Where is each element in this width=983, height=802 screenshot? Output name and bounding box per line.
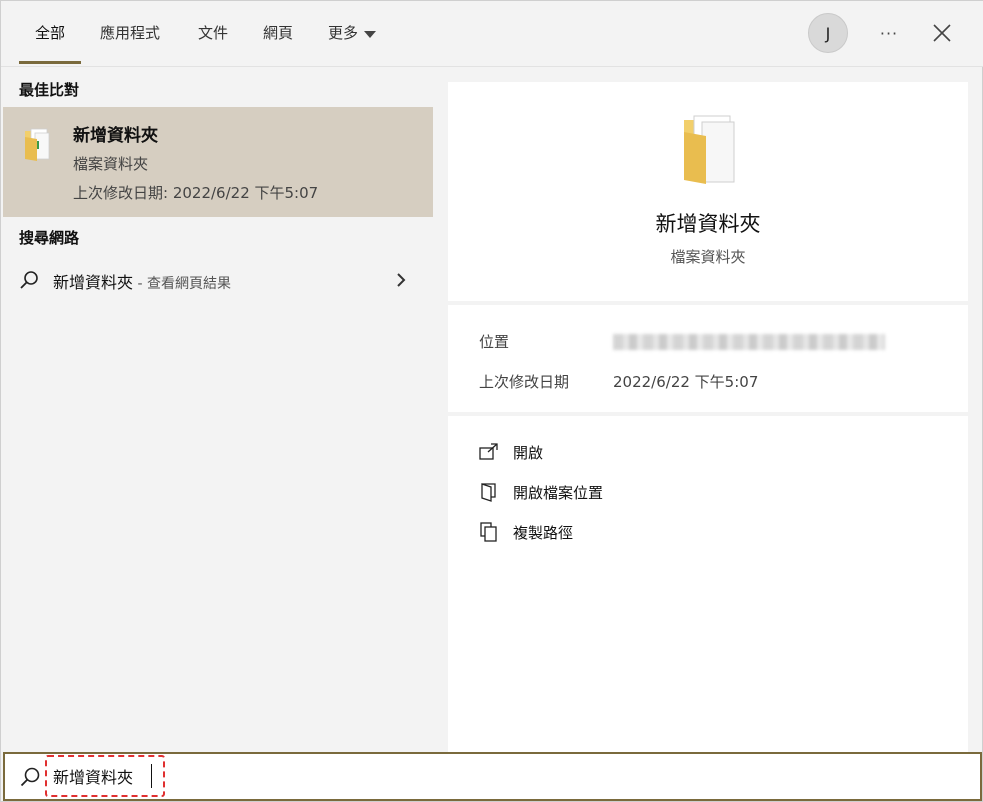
best-match-modified: 上次修改日期: 2022/6/22 下午5:07 [73, 184, 319, 202]
avatar-initial: J [825, 23, 831, 43]
modified-label: 上次修改日期 [479, 373, 570, 391]
active-tab-indicator [19, 61, 81, 64]
open-file-location-label: 開啟檔案位置 [513, 484, 604, 502]
ellipsis-icon: ··· [879, 23, 899, 43]
copy-path-label: 複製路徑 [513, 524, 574, 542]
best-match-item[interactable]: 新增資料夾 檔案資料夾 上次修改日期: 2022/6/22 下午5:07 [3, 107, 433, 217]
tab-documents[interactable]: 文件 [198, 23, 228, 43]
folder-location-icon [481, 483, 496, 502]
best-match-heading: 最佳比對 [19, 81, 80, 99]
more-options-button[interactable]: ··· [877, 21, 901, 45]
location-value-redacted [613, 334, 885, 350]
preview-type: 檔案資料夾 [670, 248, 746, 266]
open-action[interactable]: 開啟 [479, 440, 543, 464]
results-panel: 最佳比對 新增資料夾 檔案資料夾 上次修改日期: 2022/6/22 下午5:0… [1, 67, 433, 752]
text-cursor [151, 764, 152, 788]
web-search-heading: 搜尋網路 [19, 229, 80, 247]
modified-value: 2022/6/22 下午5:07 [613, 373, 759, 391]
close-icon [933, 24, 951, 42]
best-match-type: 檔案資料夾 [73, 155, 149, 173]
location-label: 位置 [479, 333, 510, 351]
search-input[interactable] [45, 755, 165, 797]
tab-apps[interactable]: 應用程式 [100, 23, 160, 43]
tab-web[interactable]: 網頁 [263, 23, 293, 43]
preview-name: 新增資料夾 [655, 212, 761, 236]
search-bar[interactable] [3, 752, 982, 801]
preview-panel: 新增資料夾 檔案資料夾 位置 上次修改日期 2022/6/22 下午5:07 開… [448, 82, 968, 752]
divider [448, 412, 968, 416]
account-avatar[interactable]: J [808, 13, 848, 53]
web-result-suffix: - 查看網頁結果 [133, 276, 231, 292]
search-icon [20, 767, 40, 787]
tab-more[interactable]: 更多 [328, 23, 377, 43]
folder-icon [25, 128, 50, 161]
open-label: 開啟 [513, 444, 544, 462]
search-icon [20, 271, 38, 289]
tab-bar: 全部 應用程式 文件 網頁 更多 J ··· [1, 1, 983, 67]
open-icon [479, 443, 498, 460]
tab-more-label: 更多 [328, 24, 359, 42]
copy-path-action[interactable]: 複製路徑 [479, 520, 573, 544]
best-match-name: 新增資料夾 [73, 126, 158, 146]
divider [448, 301, 968, 305]
close-button[interactable] [930, 21, 954, 45]
search-window: 全部 應用程式 文件 網頁 更多 J ··· 最佳比對 新增資料夾 檔案資料夾 … [0, 0, 983, 802]
tab-all[interactable]: 全部 [35, 23, 65, 43]
chevron-down-icon [364, 30, 377, 38]
web-search-result[interactable]: 新增資料夾 - 查看網頁結果 [3, 261, 433, 299]
web-result-text: 新增資料夾 - 查看網頁結果 [53, 269, 231, 293]
open-file-location-action[interactable]: 開啟檔案位置 [479, 480, 603, 504]
copy-icon [480, 522, 497, 542]
chevron-right-icon[interactable] [393, 270, 409, 290]
web-result-query: 新增資料夾 [53, 273, 134, 292]
folder-icon [684, 115, 735, 184]
